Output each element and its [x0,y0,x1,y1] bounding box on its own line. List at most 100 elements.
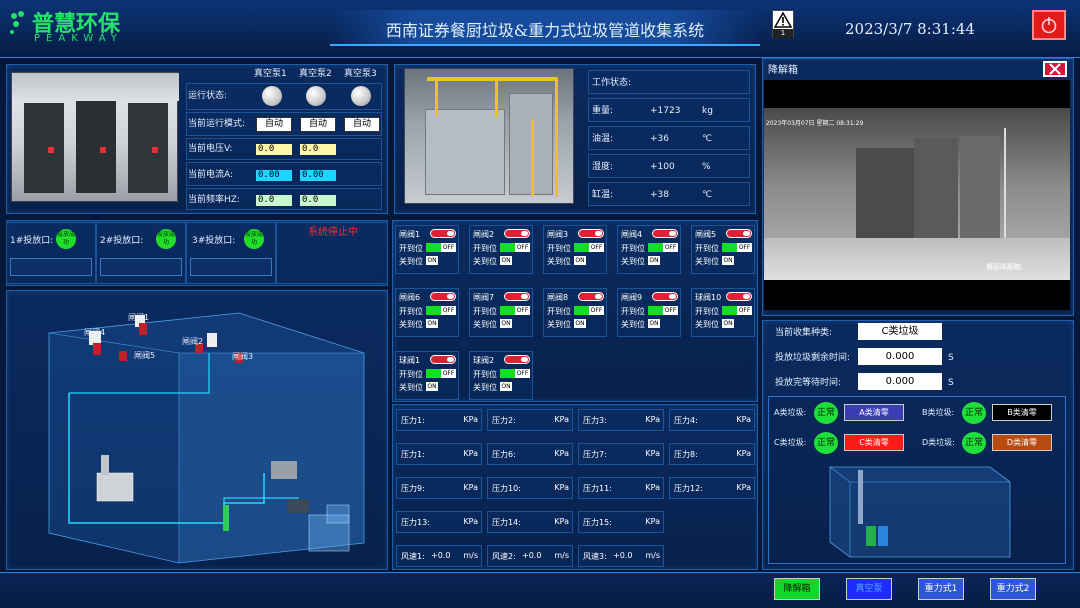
valve-open-label: 开到位 [473,370,497,379]
pressure-label: 压力7: [583,450,607,459]
valve-open-label: 开到位 [695,307,719,316]
nav-button[interactable]: 重力式2 [990,578,1036,600]
valve-on-text: ON [426,382,438,391]
pressure-unit: KPa [463,415,478,424]
diagram-label-valve5: 闸阀5 [134,351,156,360]
pressure-unit: KPa [645,415,660,424]
camera-feed: 2023年03月07日 星期二 08:31:29 餐厨降解箱 [764,80,1070,310]
valve-toggle[interactable] [430,355,456,364]
valve-toggle[interactable] [504,292,530,301]
pump2-current: 0.00 [300,170,336,181]
remain-time-label: 投放垃圾剩余时间: [775,353,851,363]
valve-card: 闸阀2 开到位 OFF 关到位 ON [469,225,533,274]
diagram-label-valve1: 闸阀1 [128,313,150,322]
pressure-cell: 压力6: KPa [487,443,573,465]
category-reset-button[interactable]: D类清零 [992,434,1052,451]
valve-toggle[interactable] [652,229,678,238]
port3-label: 3#投放口: [192,236,236,246]
close-icon [1049,63,1061,75]
valve-name: 闸阀3 [547,230,569,239]
pressure-cell: 压力14: KPa [487,511,573,533]
valve-off-text: OFF [515,306,530,315]
pump2-voltage: 0.0 [300,144,336,155]
valve-toggle[interactable] [430,229,456,238]
valve-name: 球阀2 [473,356,495,365]
bin-blue [878,526,888,546]
valve-open-indicator: OFF [648,243,678,252]
valve-toggle[interactable] [652,292,678,301]
alarm-button[interactable]: 1 [772,10,794,38]
valve-open-label: 开到位 [547,307,571,316]
category-reset-button[interactable]: C类清零 [844,434,904,451]
pressure-cell: 压力3: KPa [578,409,664,431]
nav-button[interactable]: 真空泵 [846,578,892,600]
pressure-unit: KPa [463,449,478,458]
pressure-cell: 压力1: KPa [396,443,482,465]
valve-open-label: 开到位 [547,244,571,253]
pump1-mode-button[interactable]: 自动 [256,117,292,132]
camera-title: 降解箱 [768,65,798,76]
pipeline-diagram [48,312,365,564]
wind-unit: m/s [463,551,478,560]
pressure-cell: 压力15: KPa [578,511,664,533]
valve-name: 闸阀5 [695,230,717,239]
pressure-unit: KPa [554,415,569,424]
valve-toggle[interactable] [504,355,530,364]
valve-card: 闸阀1 开到位 OFF 关到位 ON [395,225,459,274]
category-reset-button[interactable]: B类清零 [992,404,1052,421]
valve-on-text: ON [500,382,512,391]
pressure-cell: 压力11: KPa [578,477,664,499]
valve-on-text: ON [426,256,438,265]
pressure-label: 压力9: [401,484,425,493]
weight-label: 重量: [592,106,614,116]
weight-unit: kg [702,106,713,116]
valve-open-indicator: OFF [574,306,604,315]
datetime: 2023/3/7 8:31:44 [845,20,975,38]
wait-time-unit: S [948,378,954,388]
port2-field [100,258,182,276]
valve-off-text: OFF [663,243,678,252]
pressure-unit: KPa [554,483,569,492]
valve-open-label: 开到位 [473,307,497,316]
category-label: D类垃圾: [922,438,955,447]
valve-toggle[interactable] [578,292,604,301]
valve-toggle[interactable] [726,292,752,301]
pressure-label: 压力6: [492,450,516,459]
pressure-label: 压力8: [674,450,698,459]
pump3-status-lamp [351,86,371,106]
close-camera-button[interactable] [1043,61,1067,77]
valve-open-indicator: OFF [426,243,456,252]
remain-time-unit: S [948,353,954,363]
pressure-label: 压力11: [583,484,612,493]
pressure-unit: KPa [736,449,751,458]
wind-label: 风速1: [401,552,425,561]
category-label: B类垃圾: [922,408,955,417]
valve-open-indicator: OFF [426,369,456,378]
valve-toggle[interactable] [430,292,456,301]
category-status-badge: 正常 [814,402,838,424]
pressure-cell: 压力7: KPa [578,443,664,465]
pump-photo [11,72,179,202]
valve-toggle[interactable] [504,229,530,238]
valve-toggle[interactable] [578,229,604,238]
category-reset-button[interactable]: A类清零 [844,404,904,421]
pressure-label: 压力4: [674,416,698,425]
nav-button[interactable]: 降解箱 [774,578,820,600]
nav-button[interactable]: 重力式1 [918,578,964,600]
row-label-frequency: 当前频率HZ: [188,195,240,205]
category-status-badge: 正常 [962,432,986,454]
valve-open-label: 开到位 [621,244,645,253]
valve-toggle[interactable] [726,229,752,238]
category-status-badge: 正常 [814,432,838,454]
humidity-unit: % [702,162,711,172]
pump2-mode-button[interactable]: 自动 [300,117,336,132]
valve-open-indicator: OFF [722,306,752,315]
valve-close-label: 关到位 [473,320,497,329]
tank-status-label: 工作状态: [592,78,632,88]
port1-badge: 投放成功 [56,229,76,249]
wind-value: +0.0 [522,551,542,560]
category-label: C类垃圾: [774,438,807,447]
pump3-mode-button[interactable]: 自动 [344,117,380,132]
power-button[interactable] [1032,10,1066,40]
diagram-label-valve2: 闸阀2 [182,337,204,346]
